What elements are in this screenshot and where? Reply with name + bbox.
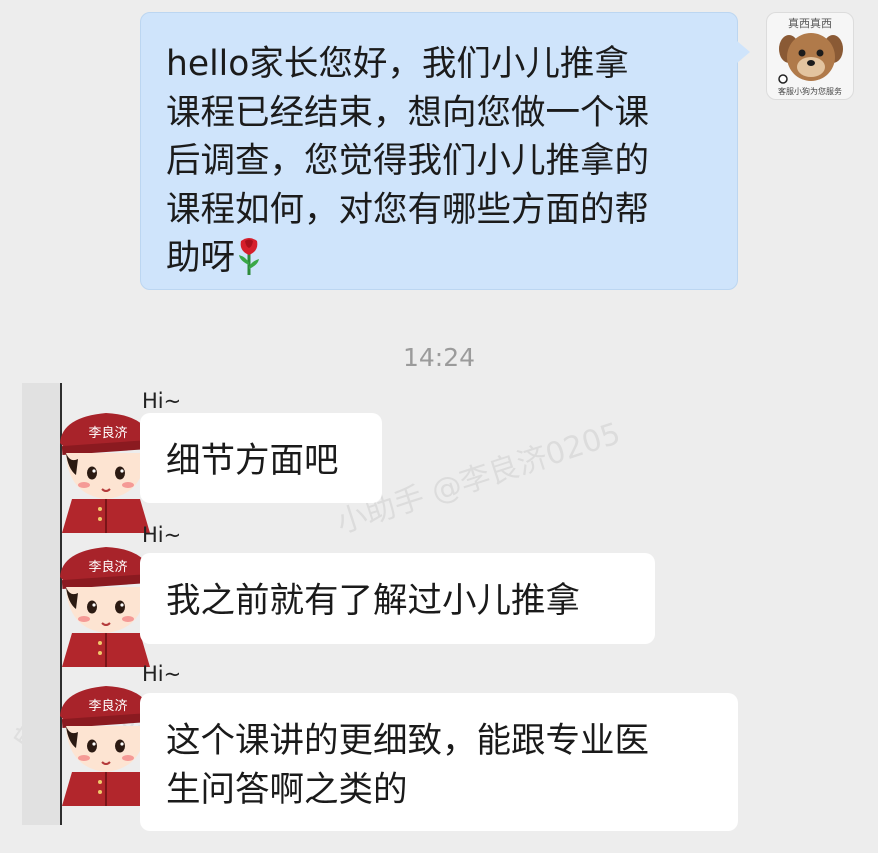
message-line: hello家长您好，我们小儿推拿 [166,44,629,84]
hat-label: 李良济 [88,559,127,575]
message-line: 我之前就有了解过小儿推拿 [166,581,580,621]
sticker-rail [22,383,60,825]
dog-icon [778,33,843,84]
message-line: 后调查，您觉得我们小儿推拿的 [166,141,649,181]
outgoing-message-bubble[interactable]: hello家长您好，我们小儿推拿 课程已经结束，想向您做一个课 后调查，您觉得我… [140,12,750,290]
message-line: 生问答啊之类的 [166,770,408,810]
message-line: 课程已经结束，想向您做一个课 [166,92,649,133]
message-line: 课程如何，对您有哪些方面的帮 [166,189,649,230]
incoming-message-bubble[interactable]: 我之前就有了解过小儿推拿 [140,553,655,644]
message-line: 助呀 [166,234,715,283]
hat-label: 李良济 [88,698,127,714]
rose-icon [235,235,263,277]
message-line: 这个课讲的更细致，能跟专业医 [166,721,649,761]
avatar-bottom-text: 客服小狗为您服务 [778,87,842,96]
hat-label: 李良济 [88,425,127,441]
message-line: 细节方面吧 [166,441,339,481]
incoming-message-bubble[interactable]: 这个课讲的更细致，能跟专业医 生问答啊之类的 [140,693,738,831]
avatar[interactable]: 真西真西 客服小狗为您服务 [766,12,854,100]
incoming-message-bubble[interactable]: 细节方面吧 [140,413,382,503]
timestamp: 14:24 [402,343,476,372]
